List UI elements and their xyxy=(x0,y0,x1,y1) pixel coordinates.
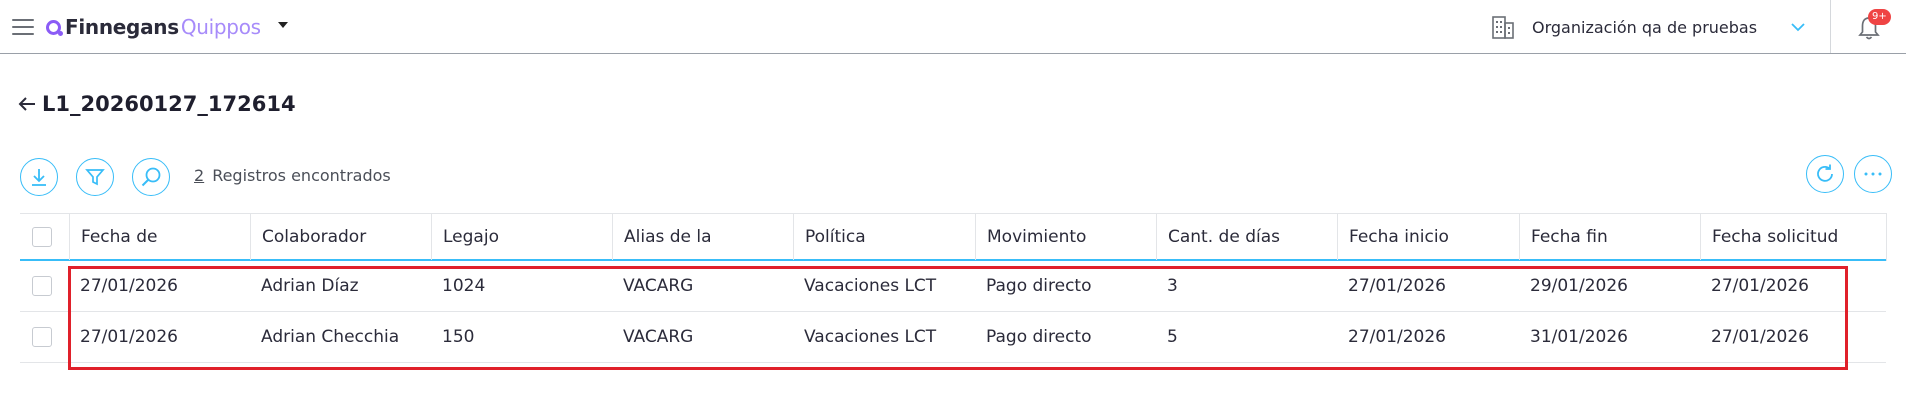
more-options-button[interactable] xyxy=(1854,155,1892,193)
caret-down-icon[interactable] xyxy=(278,22,288,28)
page-title: L1_20260127_172614 xyxy=(42,92,296,116)
top-bar: Finnegans Quippos Organización qa de pru… xyxy=(0,0,1906,54)
download-button[interactable] xyxy=(20,158,58,196)
logo[interactable]: Finnegans Quippos xyxy=(46,14,261,40)
back-arrow-icon[interactable] xyxy=(18,96,36,112)
row-checkbox[interactable] xyxy=(32,276,52,296)
cell-legajo: 150 xyxy=(442,327,475,347)
cell-movimiento: Pago directo xyxy=(986,327,1092,347)
cell-fecha-solicitud: 27/01/2026 xyxy=(1711,276,1809,296)
cell-cant-dias: 3 xyxy=(1167,276,1178,296)
divider xyxy=(1830,0,1831,53)
cell-politica: Vacaciones LCT xyxy=(804,327,937,347)
cell-fecha: 27/01/2026 xyxy=(80,276,178,296)
cell-cant-dias: 5 xyxy=(1167,327,1178,347)
cell-colaborador: Adrian Díaz xyxy=(261,276,359,296)
cell-colaborador: Adrian Checchia xyxy=(261,327,400,347)
table-scroll-edge xyxy=(1886,213,1906,261)
cell-fecha-inicio: 27/01/2026 xyxy=(1348,327,1446,347)
column-header[interactable]: Cant. de días xyxy=(1156,214,1337,260)
more-icon xyxy=(1864,172,1882,176)
logo-mark-icon xyxy=(46,19,63,36)
cell-fecha-inicio: 27/01/2026 xyxy=(1348,276,1446,296)
records-count-number: 2 xyxy=(194,166,205,185)
select-all-checkbox[interactable] xyxy=(32,227,52,247)
organization-selector[interactable]: Organización qa de pruebas xyxy=(1492,12,1805,42)
column-header[interactable]: Política xyxy=(793,214,975,260)
records-count-label: Registros encontrados xyxy=(212,166,391,185)
cell-alias: VACARG xyxy=(623,327,694,347)
table-row[interactable]: 27/01/2026 Adrian Díaz 1024 VACARG Vacac… xyxy=(20,261,1886,312)
row-checkbox[interactable] xyxy=(32,327,52,347)
search-icon xyxy=(141,167,161,187)
column-header[interactable]: Fecha solicitud xyxy=(1700,214,1886,260)
cell-fecha: 27/01/2026 xyxy=(80,327,178,347)
search-button[interactable] xyxy=(132,158,170,196)
logo-word-1: Finnegans xyxy=(65,15,179,39)
table-row[interactable]: 27/01/2026 Adrian Checchia 150 VACARG Va… xyxy=(20,312,1886,363)
records-count: 2 Registros encontrados xyxy=(194,166,391,185)
filter-button[interactable] xyxy=(76,158,114,196)
cell-fecha-solicitud: 27/01/2026 xyxy=(1711,327,1809,347)
cell-politica: Vacaciones LCT xyxy=(804,276,937,296)
column-header[interactable]: Fecha de xyxy=(69,214,250,260)
refresh-button[interactable] xyxy=(1806,155,1844,193)
organization-name: Organización qa de pruebas xyxy=(1532,17,1758,37)
column-header[interactable]: Fecha fin xyxy=(1519,214,1700,260)
cell-fecha-fin: 31/01/2026 xyxy=(1530,327,1628,347)
chevron-down-icon xyxy=(1791,23,1805,32)
refresh-icon xyxy=(1817,164,1833,182)
cell-movimiento: Pago directo xyxy=(986,276,1092,296)
table-header: Fecha de Colaborador Legajo Alias de la … xyxy=(20,213,1886,261)
notification-badge: 9+ xyxy=(1868,9,1891,25)
building-icon xyxy=(1492,16,1514,39)
column-header[interactable]: Colaborador xyxy=(250,214,431,260)
filter-icon xyxy=(85,169,105,186)
menu-icon[interactable] xyxy=(12,19,34,35)
logo-word-2: Quippos xyxy=(180,15,261,39)
cell-legajo: 1024 xyxy=(442,276,486,296)
column-header[interactable]: Movimiento xyxy=(975,214,1156,260)
download-icon xyxy=(32,169,46,186)
cell-alias: VACARG xyxy=(623,276,694,296)
column-header[interactable]: Legajo xyxy=(431,214,612,260)
column-header[interactable]: Alias de la xyxy=(612,214,793,260)
cell-fecha-fin: 29/01/2026 xyxy=(1530,276,1628,296)
column-header[interactable]: Fecha inicio xyxy=(1337,214,1519,260)
